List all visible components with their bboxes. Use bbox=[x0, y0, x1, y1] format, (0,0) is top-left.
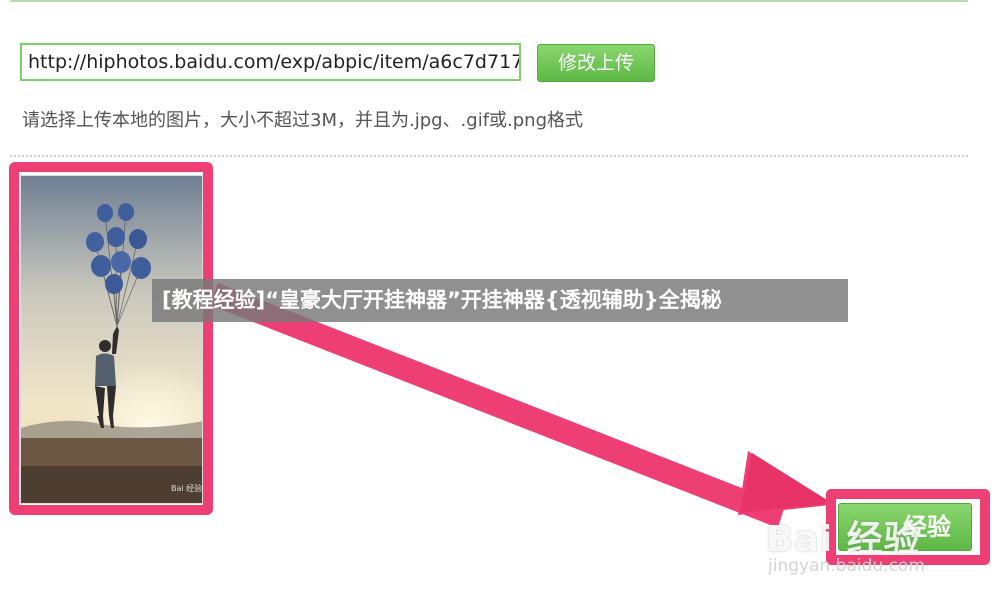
balloon-photo: Bai 经验 bbox=[21, 176, 202, 503]
thumbnail-watermark: Bai 经验 bbox=[171, 483, 202, 493]
confirm-button[interactable]: 经验 bbox=[838, 503, 972, 551]
upload-hint-text: 请选择上传本地的图片，大小不超过3M，并且为.jpg、.gif或.png格式 bbox=[22, 110, 584, 131]
top-divider bbox=[10, 0, 968, 2]
upload-page: http://hiphotos.baidu.com/exp/abpic/item… bbox=[0, 0, 1000, 601]
modify-upload-button[interactable]: 修改上传 bbox=[537, 44, 655, 82]
section-divider bbox=[10, 155, 968, 157]
image-url-input[interactable]: http://hiphotos.baidu.com/exp/abpic/item… bbox=[20, 43, 521, 81]
uploaded-image-thumbnail[interactable]: Bai 经验 bbox=[20, 175, 203, 504]
article-title-banner: [教程经验]“皇豪大厅开挂神器”开挂神器{透视辅助}全揭秘 bbox=[152, 279, 848, 322]
